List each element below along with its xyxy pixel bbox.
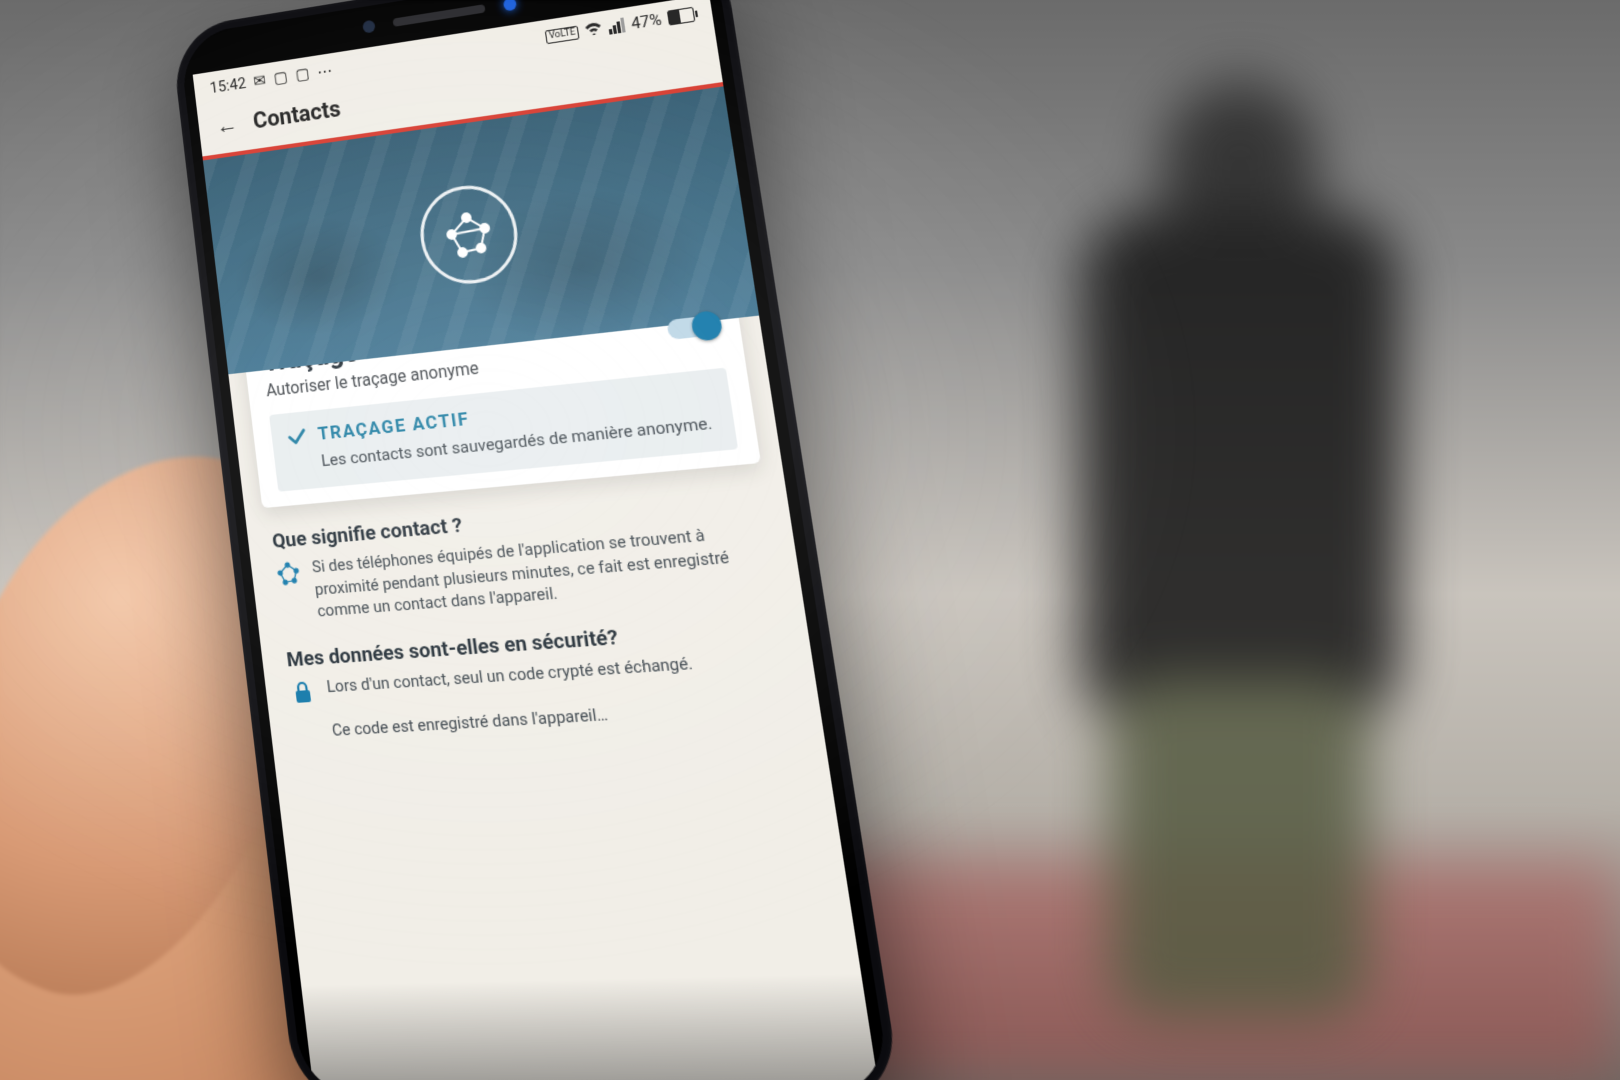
tracing-toggle[interactable]	[666, 314, 720, 339]
volte-badge: VoLTE	[545, 25, 580, 44]
tracing-status-body: Les contacts sont sauvegardés de manière…	[320, 411, 720, 472]
hero-banner	[202, 82, 759, 374]
background-floor	[600, 860, 1620, 1080]
phone-screen: 15:42 ✉ ▢ ▢ ⋯ VoLTE 47%	[193, 0, 878, 1080]
mail-icon: ✉	[253, 71, 267, 91]
wifi-icon	[584, 19, 604, 40]
section-body: Lors d'un contact, seul un code crypté e…	[325, 652, 695, 704]
phone-top-bezel	[178, 0, 720, 76]
section-body-continued: Ce code est enregistré dans l'appareil…	[331, 703, 609, 742]
background-person-silhouette	[1040, 60, 1460, 1020]
section-body: Si des téléphones équipés de l'applicati…	[311, 519, 774, 623]
status-time: 15:42	[209, 74, 247, 97]
more-icon: ⋯	[316, 60, 333, 80]
signal-icon	[608, 17, 626, 34]
hero-network-icon	[415, 180, 524, 289]
image-icon: ▢	[294, 64, 310, 84]
battery-text: 47%	[630, 10, 663, 34]
section-contact-meaning: Que signifie contact ? Si des téléphones…	[244, 461, 801, 627]
tracing-status-heading: TRAÇAGE ACTIF	[317, 409, 471, 445]
check-icon	[285, 424, 310, 449]
app-bar: ← Contacts	[196, 26, 723, 156]
section-heading: Que signifie contact ?	[271, 486, 762, 553]
smartphone: 15:42 ✉ ▢ ▢ ⋯ VoLTE 47%	[170, 0, 1108, 1080]
tracing-subtitle: Autoriser le traçage anonyme	[265, 358, 480, 401]
battery-icon	[667, 7, 696, 26]
lock-icon	[289, 679, 317, 707]
page-title: Contacts	[252, 96, 342, 134]
section-heading: Mes données sont-elles en sécurité?	[285, 613, 781, 672]
tracing-title: Traçage	[261, 323, 477, 378]
tracing-status-box: TRAÇAGE ACTIF Les contacts sont sauvegar…	[269, 368, 738, 492]
photo-scene: 15:42 ✉ ▢ ▢ ⋯ VoLTE 47%	[0, 0, 1620, 1080]
android-status-bar: 15:42 ✉ ▢ ▢ ⋯ VoLTE 47%	[193, 0, 714, 105]
image-icon: ▢	[273, 67, 289, 87]
back-arrow-icon[interactable]: ←	[215, 111, 239, 140]
tracing-card: Traçage Autoriser le traçage anonyme TRA…	[241, 276, 761, 508]
section-data-security: Mes données sont-elles en sécurité? Lors…	[258, 588, 820, 746]
hand-holding-phone	[0, 320, 600, 1080]
network-icon	[275, 560, 302, 588]
